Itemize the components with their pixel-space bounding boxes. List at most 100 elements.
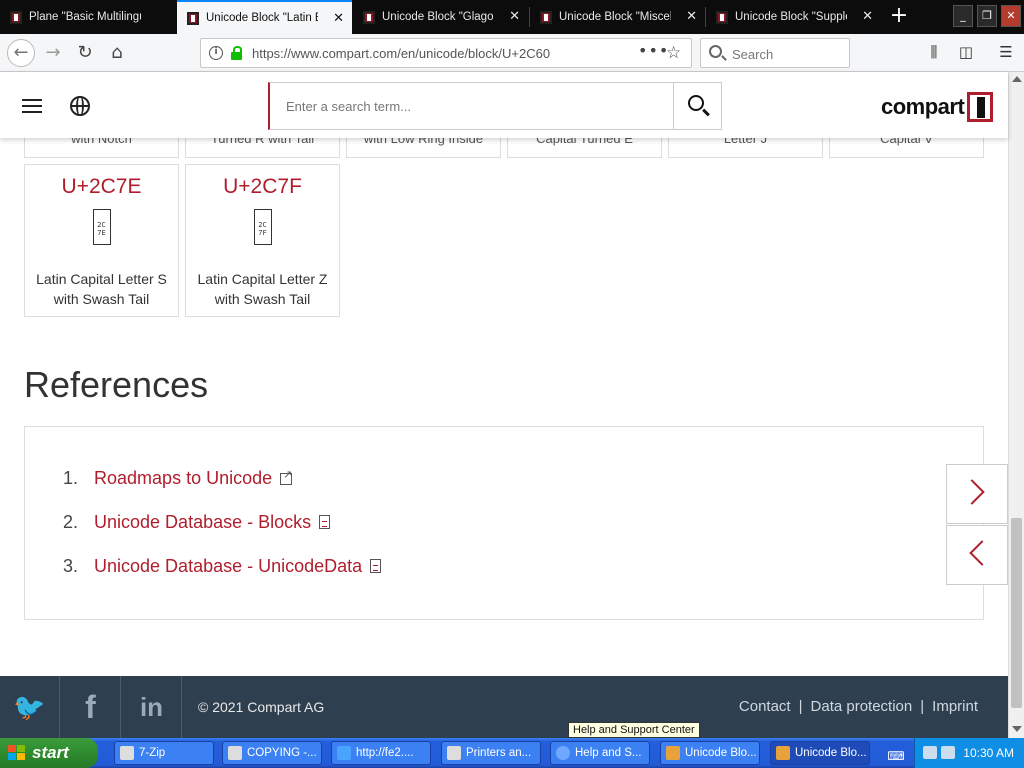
url-bar[interactable]: i https://www.compart.com/en/unicode/blo… bbox=[200, 38, 692, 68]
tab-label: Unicode Block "Miscellan bbox=[559, 11, 671, 23]
char-name: Capital V bbox=[880, 138, 933, 146]
compart-logo[interactable]: compart bbox=[881, 92, 994, 122]
linkedin-icon[interactable]: in bbox=[122, 676, 182, 738]
notepad-icon bbox=[228, 746, 242, 760]
scroll-up-icon[interactable] bbox=[1012, 76, 1022, 82]
external-link-icon[interactable] bbox=[280, 468, 292, 485]
char-cell-2c7e[interactable]: U+2C7E 2C 7E Latin Capital Letter S with … bbox=[24, 164, 179, 317]
taskbar-item[interactable]: COPYING -... bbox=[222, 741, 322, 765]
browser-search-input[interactable]: Search bbox=[700, 38, 850, 68]
start-button[interactable]: start bbox=[0, 738, 98, 768]
tab-latin-extended[interactable]: Unicode Block "Latin Ext ✕ bbox=[177, 0, 352, 34]
library-icon[interactable]: ⫼ bbox=[924, 42, 944, 62]
tab-plane-basic-multilingual[interactable]: Plane "Basic Multilingual bbox=[0, 0, 176, 34]
reference-number: 3. bbox=[63, 556, 79, 576]
glyph-box: 2C 7F bbox=[253, 209, 272, 245]
hamburger-menu-icon[interactable] bbox=[22, 99, 42, 113]
site-footer: 🐦 f in © 2021 Compart AG Contact | Data pr… bbox=[0, 676, 1008, 738]
keyboard-icon[interactable]: ⌨ bbox=[886, 746, 906, 766]
tab-glagolitic[interactable]: Unicode Block "Glagolitic" ✕ bbox=[353, 0, 528, 34]
scrollbar-thumb[interactable] bbox=[1011, 518, 1022, 708]
char-cell-partial[interactable]: with Low Ring Inside bbox=[346, 138, 501, 158]
compart-favicon-icon bbox=[540, 10, 552, 24]
tab-label: Unicode Block "Suppleme bbox=[735, 11, 847, 23]
char-cell-partial[interactable]: Turned R with Tail bbox=[185, 138, 340, 158]
lock-icon bbox=[231, 46, 242, 60]
char-cell-partial[interactable]: with Notch bbox=[24, 138, 179, 158]
taskbar-item-label: Unicode Blo... bbox=[795, 747, 867, 759]
close-tab-icon[interactable]: ✕ bbox=[333, 11, 344, 26]
taskbar-item[interactable]: Unicode Blo... bbox=[660, 741, 760, 765]
footer-separator: | bbox=[920, 698, 925, 715]
document-icon[interactable] bbox=[319, 515, 331, 529]
restore-window-icon[interactable]: ❐ bbox=[977, 5, 997, 27]
tab-label: Unicode Block "Latin Ext bbox=[206, 12, 318, 24]
logo-text: compart bbox=[881, 94, 965, 119]
taskbar-item[interactable]: Help and S... bbox=[550, 741, 650, 765]
close-window-icon[interactable]: ✕ bbox=[1001, 5, 1021, 27]
new-tab-icon[interactable]: + bbox=[886, 4, 912, 30]
home-icon[interactable]: ⌂ bbox=[104, 41, 130, 65]
reference-number: 2. bbox=[63, 512, 79, 532]
minimize-window-icon[interactable]: _ bbox=[953, 5, 973, 27]
tab-label: Plane "Basic Multilingual bbox=[29, 11, 141, 23]
compart-favicon-icon bbox=[187, 11, 199, 25]
reference-item: 1. Roadmaps to Unicode bbox=[63, 468, 292, 489]
footer-link-data-protection[interactable]: Data protection bbox=[811, 698, 913, 715]
close-tab-icon[interactable]: ✕ bbox=[686, 9, 697, 24]
reference-link[interactable]: Unicode Database - UnicodeData bbox=[94, 556, 362, 576]
char-cell-partial[interactable]: Capital V bbox=[829, 138, 984, 158]
close-tab-icon[interactable]: ✕ bbox=[862, 9, 873, 24]
tab-miscellaneous[interactable]: Unicode Block "Miscellan ✕ bbox=[530, 0, 705, 34]
char-cell-2c7f[interactable]: U+2C7F 2C 7F Latin Capital Letter Z with … bbox=[185, 164, 340, 317]
previous-page-button[interactable] bbox=[946, 525, 1008, 585]
bookmark-star-icon[interactable]: ☆ bbox=[666, 43, 681, 63]
site-search-button[interactable] bbox=[673, 83, 721, 129]
tab-supplemental[interactable]: Unicode Block "Suppleme ✕ bbox=[706, 0, 881, 34]
site-search-field[interactable]: Enter a search term... bbox=[268, 82, 722, 130]
info-icon[interactable]: i bbox=[209, 46, 223, 60]
browser-tab-bar: Plane "Basic Multilingual Unicode Block … bbox=[0, 0, 1024, 34]
char-cell-partial[interactable]: Letter J bbox=[668, 138, 823, 158]
sidebar-icon[interactable]: ◫ bbox=[956, 42, 976, 62]
taskbar-item-label: Printers an... bbox=[466, 747, 532, 759]
facebook-icon[interactable]: f bbox=[61, 676, 121, 738]
main-content: with Notch Turned R with Tail with Low R… bbox=[0, 138, 1008, 676]
reference-link[interactable]: Unicode Database - Blocks bbox=[94, 512, 311, 532]
page-scrollbar[interactable] bbox=[1008, 72, 1024, 738]
reference-link[interactable]: Roadmaps to Unicode bbox=[94, 468, 272, 488]
menu-icon[interactable]: ☰ bbox=[996, 42, 1016, 62]
char-cell-partial[interactable]: Capital Turned E bbox=[507, 138, 662, 158]
char-name: Latin Capital Letter Z with Swash Tail bbox=[186, 269, 339, 309]
document-icon[interactable] bbox=[370, 559, 382, 573]
footer-link-imprint[interactable]: Imprint bbox=[932, 698, 978, 715]
url-text[interactable]: https://www.compart.com/en/unicode/block… bbox=[252, 46, 550, 61]
next-page-button[interactable] bbox=[946, 464, 1008, 524]
compart-favicon-icon bbox=[10, 10, 22, 24]
taskbar-item[interactable]: http://fe2.... bbox=[331, 741, 431, 765]
twitter-icon[interactable]: 🐦 bbox=[0, 676, 60, 738]
forward-arrow-icon[interactable]: → bbox=[40, 41, 66, 65]
firefox-icon bbox=[776, 746, 790, 760]
start-label: start bbox=[32, 743, 69, 762]
scroll-down-icon[interactable] bbox=[1012, 726, 1022, 732]
footer-link-contact[interactable]: Contact bbox=[739, 698, 791, 715]
reference-number: 1. bbox=[63, 468, 79, 488]
taskbar-item[interactable]: 7-Zip bbox=[114, 741, 214, 765]
tray-volume-icon[interactable] bbox=[941, 746, 955, 759]
tray-network-icon[interactable] bbox=[923, 746, 937, 759]
page-actions-icon[interactable]: ••• bbox=[638, 41, 669, 60]
reload-icon[interactable]: ↻ bbox=[72, 41, 98, 65]
globe-language-icon[interactable] bbox=[70, 96, 90, 116]
taskbar-item-label: COPYING -... bbox=[247, 747, 317, 759]
char-name: Letter J bbox=[723, 138, 768, 146]
char-name: with Low Ring Inside bbox=[363, 138, 484, 146]
taskbar-item[interactable]: Printers an... bbox=[441, 741, 541, 765]
tooltip: Help and Support Center bbox=[568, 722, 700, 738]
search-placeholder: Search bbox=[732, 47, 774, 62]
back-arrow-icon[interactable]: ← bbox=[7, 39, 35, 67]
search-icon bbox=[709, 45, 722, 58]
7zip-icon bbox=[120, 746, 134, 760]
close-tab-icon[interactable]: ✕ bbox=[509, 9, 520, 24]
taskbar-item[interactable]: Unicode Blo... bbox=[770, 741, 870, 765]
